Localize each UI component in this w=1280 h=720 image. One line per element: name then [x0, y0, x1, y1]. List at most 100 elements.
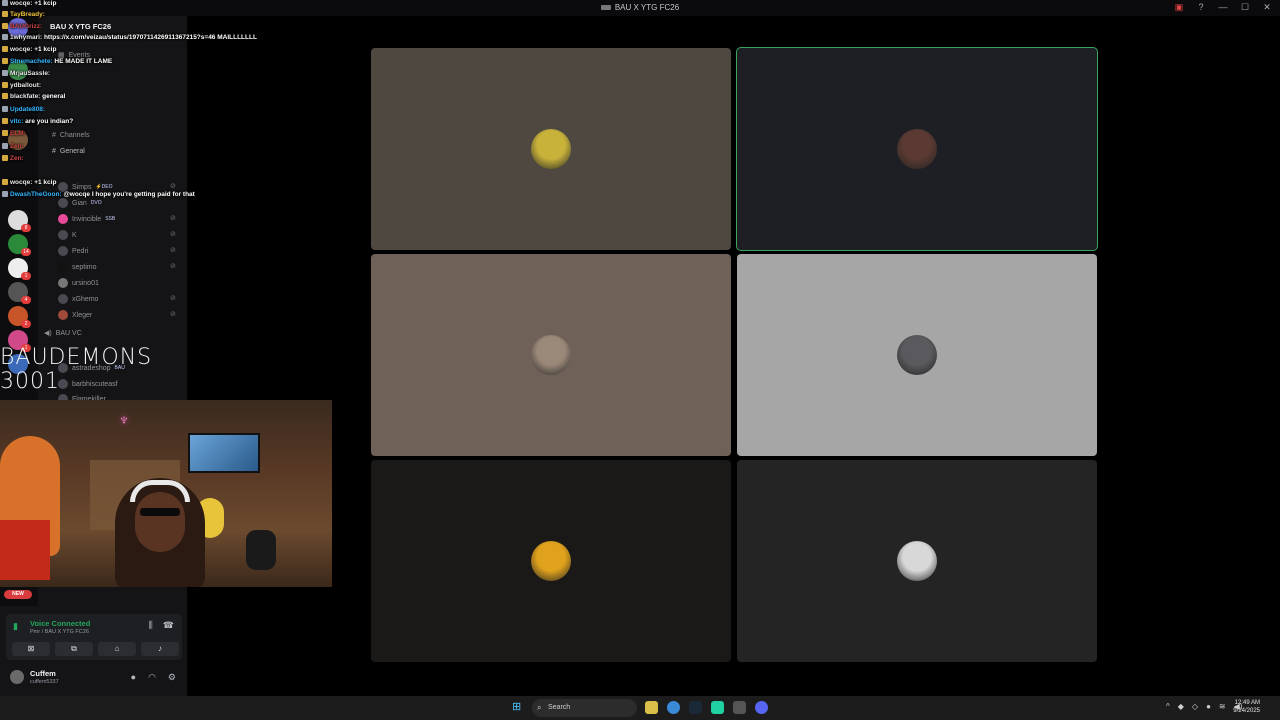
- steam-icon[interactable]: [689, 701, 702, 714]
- stream-chat-overlay: wocqe: +1 kcip TayBready: BAUGrizz: 1whym…: [0, 0, 300, 205]
- voice-member[interactable]: xGhemo: [58, 294, 98, 304]
- chat-username: wocqe:: [10, 46, 33, 53]
- disconnect-icon[interactable]: ☎: [163, 620, 174, 631]
- app-icon[interactable]: [733, 701, 746, 714]
- wifi-icon[interactable]: ≋: [1219, 702, 1226, 711]
- participant-tile[interactable]: [736, 47, 1098, 251]
- chat-badge-icon: [2, 143, 8, 150]
- chat-text: are you indian?: [23, 118, 74, 125]
- window-title-text: BAU X YTG FC26: [614, 3, 680, 12]
- clock-time: 12:49 AM: [1234, 700, 1260, 706]
- avatar[interactable]: [10, 670, 24, 684]
- chevron-up-icon[interactable]: ^: [1166, 702, 1170, 711]
- server-icon[interactable]: 8: [8, 210, 31, 232]
- tray-app-icon[interactable]: ◇: [1192, 702, 1198, 711]
- server-icon[interactable]: 14: [8, 234, 31, 256]
- voice-status[interactable]: Voice Connected: [30, 619, 90, 628]
- microphone-icon[interactable]: ●: [1206, 702, 1211, 711]
- chat-username: BAUGrizz:: [10, 23, 43, 30]
- chat-username: 1whymari:: [10, 34, 43, 41]
- chat-username: DwashTheGoon:: [10, 191, 62, 198]
- voice-member[interactable]: septimo: [58, 262, 97, 272]
- muted-icon: ⊘: [170, 231, 176, 238]
- discord-icon[interactable]: [755, 701, 768, 714]
- chat-message: wocqe: +1 kcip: [2, 46, 56, 53]
- voice-member[interactable]: K: [58, 230, 77, 240]
- screen-share-icon[interactable]: ⧉: [55, 642, 93, 656]
- search-icon: ⌕: [537, 703, 542, 712]
- server-icon[interactable]: 1: [8, 258, 31, 280]
- close-icon[interactable]: ✕: [1262, 2, 1272, 13]
- chat-badge-icon: [2, 34, 8, 41]
- username[interactable]: Cuffem: [30, 669, 56, 678]
- chat-username: Zen:: [10, 143, 24, 150]
- chat-message: Zen:: [2, 143, 24, 150]
- activity-icon[interactable]: ⌂: [98, 642, 136, 656]
- chat-username: Update808:: [10, 106, 46, 113]
- participant-tile[interactable]: [737, 254, 1097, 456]
- voice-member[interactable]: Pedri: [58, 246, 88, 256]
- windows-taskbar: ⊞ ⌕ Search ^ ◆ ◇ ● ≋ ◀) 12:49 AM 9/24/202…: [0, 696, 1280, 720]
- voice-member[interactable]: Xleger: [58, 310, 92, 320]
- chat-username: TayBready:: [10, 11, 45, 18]
- chat-badge-icon: [2, 46, 8, 53]
- help-icon[interactable]: ?: [1196, 2, 1206, 13]
- chat-text: https://x.com/veizau/status/197071142691…: [42, 34, 257, 41]
- chat-message: MrjauSassle:: [2, 70, 50, 77]
- soundboard-icon[interactable]: ♪: [141, 642, 179, 656]
- server-icon[interactable]: 4: [8, 282, 31, 304]
- user-tag: cuffem5337: [30, 679, 59, 685]
- chat-text: @wocqe I hope you're getting paid for th…: [61, 191, 195, 198]
- chat-message: ydballout:: [2, 82, 41, 89]
- participant-avatar: [897, 129, 937, 169]
- participant-avatar: [531, 335, 571, 375]
- chat-badge-icon: [2, 23, 8, 30]
- voice-location[interactable]: Pmr / BAU X YTG FC26: [30, 629, 89, 635]
- channel-bau-vc[interactable]: ◀) BAU VC: [44, 329, 82, 338]
- stream-brand-overlay: BAUDEMONS 3001: [0, 346, 210, 394]
- participant-tile[interactable]: [371, 460, 731, 662]
- chat-message: DwashTheGoon: @wocqe I hope you're getti…: [2, 191, 195, 198]
- camera-off-icon[interactable]: ⊠: [12, 642, 50, 656]
- voice-member[interactable]: Invincible SSB: [58, 214, 115, 224]
- chat-message: wocqe: +1 kcip: [2, 179, 56, 186]
- minimize-icon[interactable]: —: [1218, 2, 1228, 13]
- app-icon[interactable]: [711, 701, 724, 714]
- avatar: [58, 246, 68, 256]
- tray-app-icon[interactable]: ◆: [1178, 702, 1184, 711]
- chat-badge-icon: [2, 82, 8, 89]
- participant-tile[interactable]: [737, 460, 1097, 662]
- file-explorer-icon[interactable]: [645, 701, 658, 714]
- chat-text: +1 kcip: [32, 179, 57, 186]
- noise-suppression-icon[interactable]: ⫼: [149, 620, 153, 631]
- chat-text: general: [40, 93, 66, 100]
- participant-tile[interactable]: [371, 254, 731, 456]
- microphone-icon[interactable]: ●: [131, 672, 136, 683]
- chat-badge-icon: [2, 106, 8, 113]
- avatar: [58, 310, 68, 320]
- neon-sign-icon: ♆: [118, 412, 130, 429]
- taskbar-search[interactable]: ⌕ Search: [532, 699, 637, 717]
- headphones-icon[interactable]: ◠: [148, 672, 156, 683]
- settings-gear-icon[interactable]: ⚙: [168, 672, 176, 683]
- voice-member[interactable]: ursino01: [58, 278, 99, 288]
- inbox-icon[interactable]: ▣: [1174, 2, 1184, 13]
- muted-icon: ⊘: [170, 263, 176, 270]
- brand-line2: 3001: [0, 369, 60, 394]
- chat-username: wocqe:: [10, 0, 33, 7]
- muted-icon: ⊘: [170, 295, 176, 302]
- chat-badge-icon: [2, 0, 8, 7]
- webcam-feed: ♆: [0, 400, 332, 587]
- taskbar-clock[interactable]: 12:49 AM 9/24/2025: [1233, 699, 1260, 715]
- app-logo-icon: [600, 5, 611, 11]
- system-tray: ^ ◆ ◇ ● ≋ ◀): [1166, 702, 1242, 711]
- chat-message: vitc: are you indian?: [2, 118, 73, 125]
- windows-start-icon[interactable]: ⊞: [512, 701, 525, 714]
- maximize-icon[interactable]: ☐: [1240, 2, 1250, 13]
- chrome-icon[interactable]: [667, 701, 680, 714]
- participant-tile[interactable]: [371, 48, 731, 250]
- server-icon[interactable]: 2: [8, 306, 31, 328]
- chat-message: Zen:: [2, 155, 24, 162]
- chat-username: ELM:: [10, 130, 26, 137]
- voice-connected-panel: ▮ Voice Connected Pmr / BAU X YTG FC26 ⫼…: [6, 614, 182, 660]
